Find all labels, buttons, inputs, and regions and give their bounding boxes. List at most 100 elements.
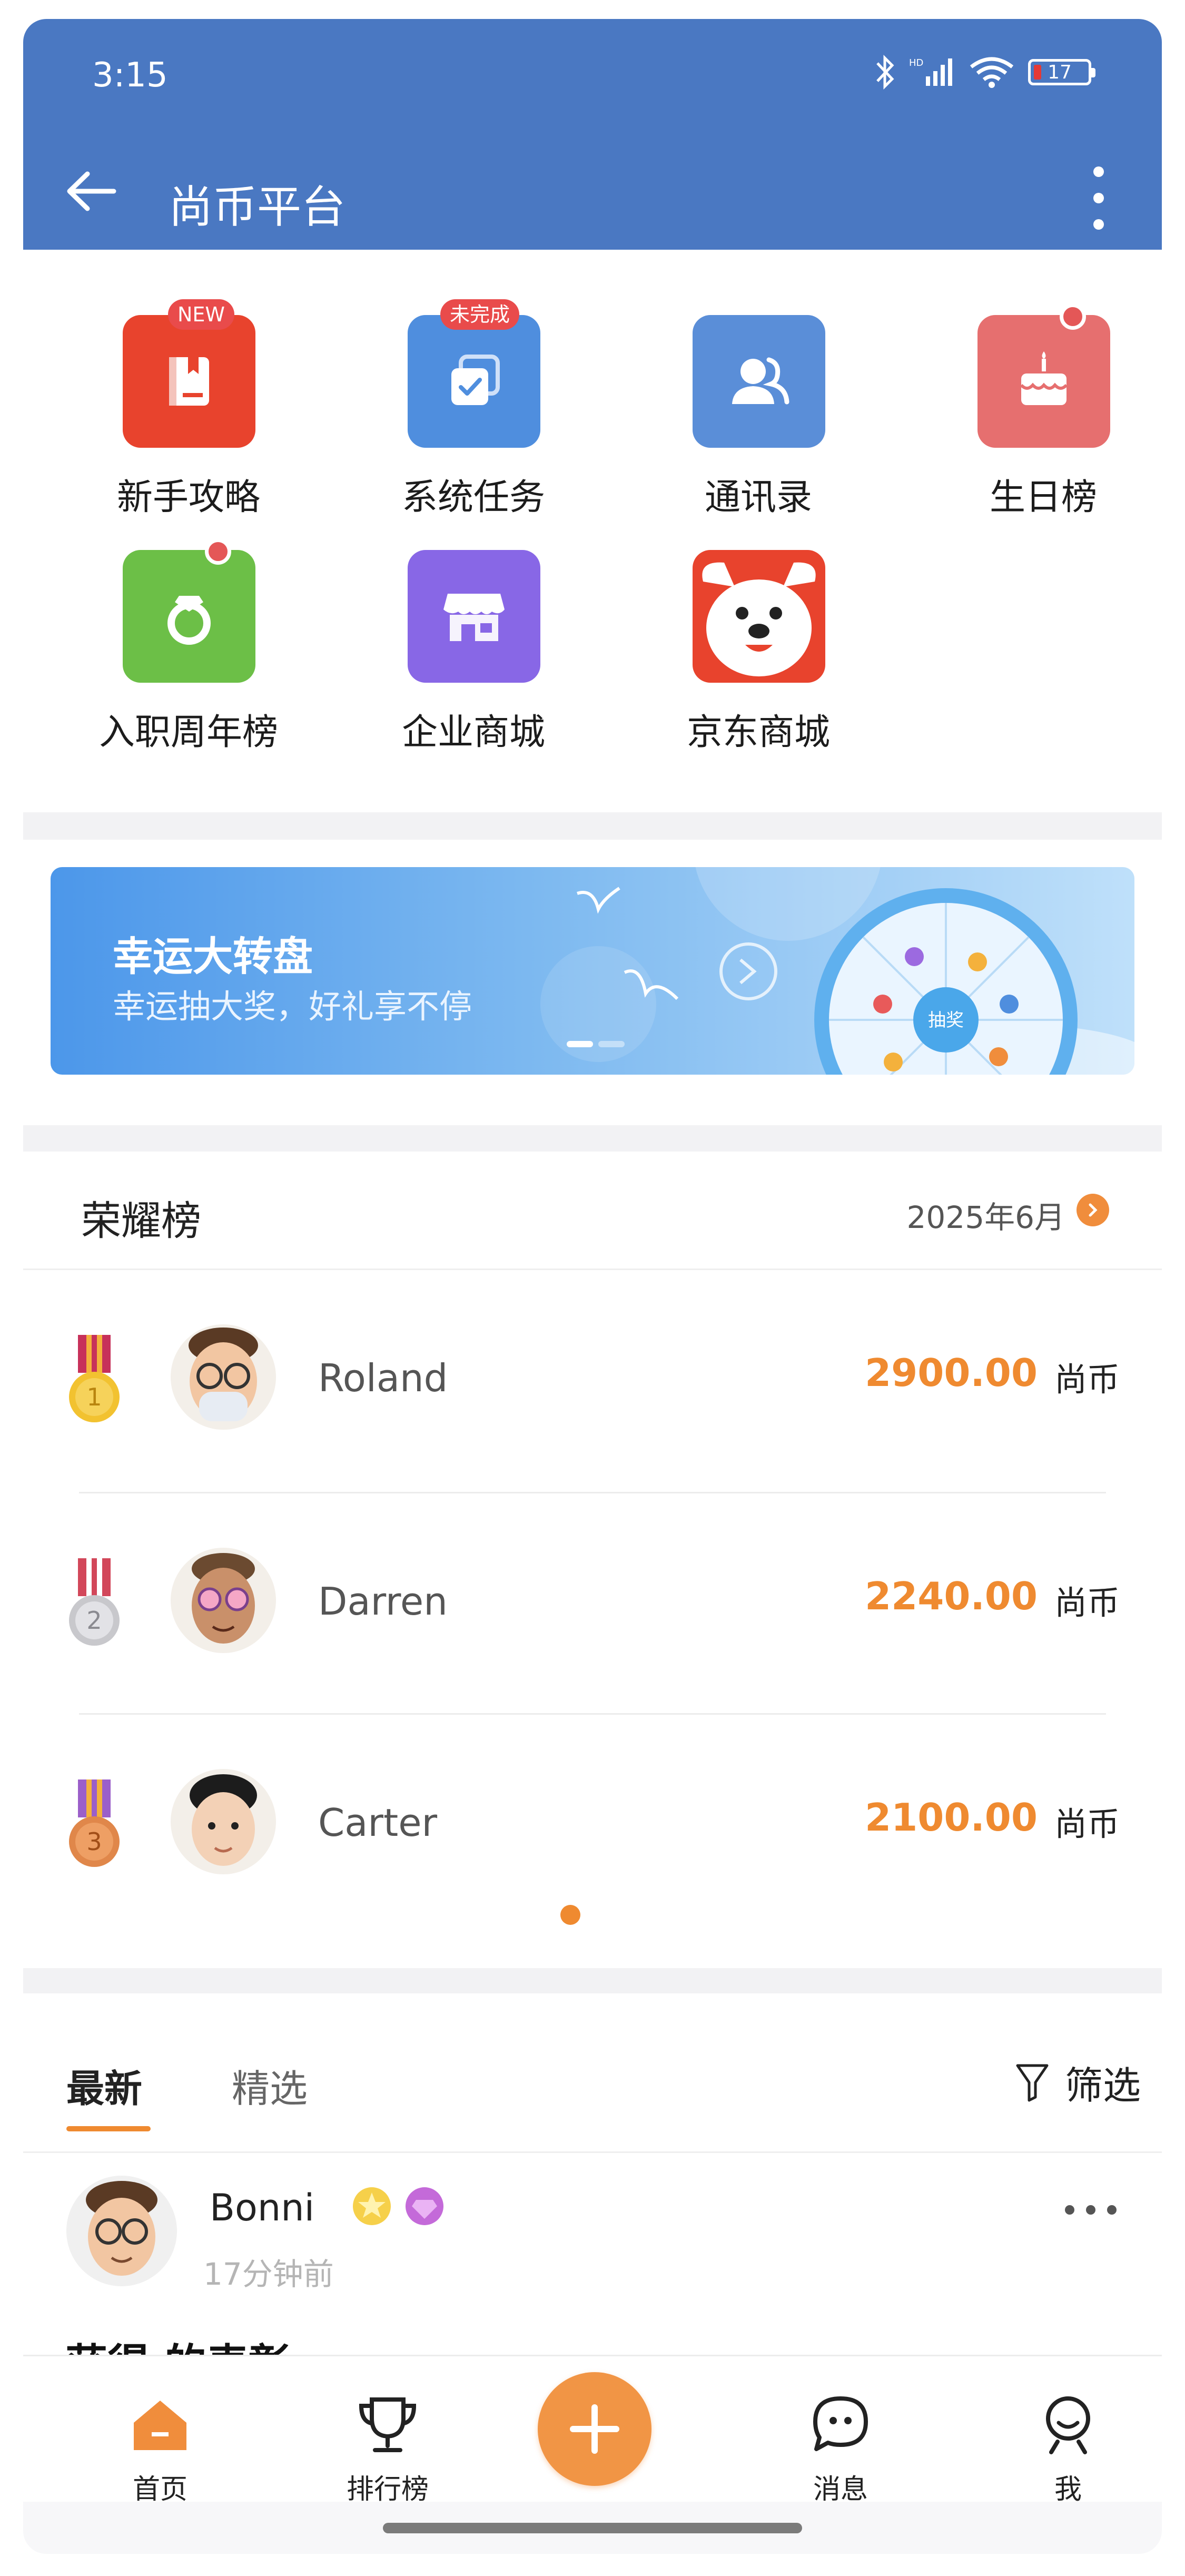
nav-messages[interactable]: 消息 <box>777 2383 904 2509</box>
rank-row[interactable]: 2 Darren 2240.00 尚币 <box>23 1495 1162 1716</box>
add-post-button[interactable] <box>538 2372 651 2486</box>
grid-label: 入职周年榜 <box>98 712 278 753</box>
home-icon <box>134 2401 186 2450</box>
store-icon <box>408 550 540 683</box>
rank-name: Roland <box>318 1356 448 1400</box>
svg-text:HD: HD <box>909 57 923 68</box>
gold-medal-icon: 1 <box>69 1335 120 1422</box>
filter-button[interactable]: 筛选 <box>1015 2054 1141 2110</box>
jd-dog-icon <box>693 550 825 683</box>
rank-name: Carter <box>318 1801 438 1845</box>
grid-item-jd-mall[interactable]: 京东商城 <box>648 550 869 753</box>
nav-label: 首页 <box>132 2474 187 2505</box>
ring-icon <box>123 538 255 683</box>
grid-label: 新手攻略 <box>116 477 260 518</box>
wheel-center-label: 抽奖 <box>928 1010 964 1031</box>
bronze-medal-icon: 3 <box>69 1779 120 1867</box>
rank-row[interactable]: 3 Carter 2100.00 尚币 <box>23 1716 1162 1938</box>
star-badge-icon <box>353 2187 391 2225</box>
honor-board: 荣耀榜 2025年6月 1 Roland 2900.00 尚币 2 Darren… <box>23 1152 1162 1968</box>
status-time: 3:15 <box>92 56 168 95</box>
grid-label: 通讯录 <box>704 477 812 518</box>
nav-label: 我 <box>1054 2474 1082 2505</box>
nav-leaderboard[interactable]: 排行榜 <box>324 2383 451 2509</box>
divider <box>23 1269 1162 1270</box>
grid-item-contacts[interactable]: 通讯录 <box>648 315 869 518</box>
notification-dot <box>205 538 231 565</box>
rank-unit: 尚币 <box>1054 1360 1120 1399</box>
prize-wheel: 抽奖 <box>814 888 1078 1075</box>
app-bar: 3:15 HD 17 尚币平台 <box>23 19 1162 250</box>
divider <box>79 1492 1106 1493</box>
tab-latest[interactable]: 最新 <box>66 2058 142 2113</box>
tab-featured[interactable]: 精选 <box>232 2058 308 2113</box>
notification-dot <box>1060 303 1086 330</box>
rank-amount: 2240.00 <box>865 1574 1038 1618</box>
shortcut-grid: NEW 新手攻略 未完成 系统任务 通讯录 生日榜 入职周年榜 企业商城 京东商… <box>23 250 1162 812</box>
grid-label: 生日榜 <box>989 477 1097 518</box>
divider <box>79 1713 1106 1715</box>
gem-badge-icon <box>406 2187 443 2225</box>
nav-home[interactable]: 首页 <box>97 2383 223 2509</box>
rank-amount: 2100.00 <box>865 1795 1038 1840</box>
more-options-button[interactable] <box>1088 166 1109 230</box>
incomplete-badge: 未完成 <box>440 299 519 330</box>
battery-icon: 17 <box>1028 59 1095 85</box>
bottom-nav: 首页 排行榜 消息 我 <box>23 2355 1162 2554</box>
avatar <box>171 1324 276 1430</box>
divider <box>23 2151 1162 2153</box>
battery-level: 17 <box>1048 61 1072 83</box>
profile-icon <box>1046 2396 1090 2454</box>
svg-text:2: 2 <box>86 1606 102 1635</box>
bluetooth-icon <box>876 54 894 90</box>
active-tab-indicator <box>66 2126 151 2131</box>
back-button[interactable] <box>61 162 119 220</box>
avatar <box>171 1548 276 1653</box>
avatar <box>171 1769 276 1874</box>
post-time: 17分钟前 <box>203 2256 334 2292</box>
nav-label: 排行榜 <box>346 2474 429 2505</box>
pagination-dot <box>560 1905 580 1925</box>
grid-item-tasks[interactable]: 未完成 系统任务 <box>363 299 584 518</box>
grid-label: 京东商城 <box>686 712 830 753</box>
rank-unit: 尚币 <box>1054 1584 1120 1622</box>
filter-icon <box>1016 2064 1049 2101</box>
grid-label: 系统任务 <box>401 477 545 518</box>
task-icon: 未完成 <box>408 299 540 448</box>
phone-screen: 3:15 HD 17 尚币平台 NEW 新手攻略 未完成 系统任务 通讯录 生日… <box>23 19 1162 2554</box>
nav-profile[interactable]: 我 <box>1005 2383 1131 2509</box>
status-icons: HD 17 <box>874 54 1095 91</box>
post-more-button[interactable] <box>1065 2205 1117 2215</box>
silver-medal-icon: 2 <box>69 1558 120 1646</box>
filter-label: 筛选 <box>1064 2063 1141 2108</box>
grid-item-guide[interactable]: NEW 新手攻略 <box>78 299 299 518</box>
banner-card: 幸运大转盘 幸运抽大奖，好礼享不停 抽奖 <box>23 840 1162 1125</box>
avatar[interactable] <box>66 2176 177 2286</box>
signal-icon: HD <box>909 57 952 86</box>
plus-icon <box>570 2404 619 2454</box>
grid-item-enterprise-store[interactable]: 企业商城 <box>363 550 584 753</box>
grid-item-anniversary[interactable]: 入职周年榜 <box>78 538 299 753</box>
new-badge: NEW <box>167 299 234 330</box>
wifi-icon <box>970 57 1014 88</box>
post-author[interactable]: Bonni <box>210 2186 314 2229</box>
home-indicator[interactable] <box>383 2523 802 2533</box>
rank-row[interactable]: 1 Roland 2900.00 尚币 <box>23 1272 1162 1493</box>
lucky-wheel-banner[interactable]: 幸运大转盘 幸运抽大奖，好礼享不停 抽奖 <box>51 867 1134 1075</box>
chevron-right-icon[interactable] <box>1077 1194 1109 1226</box>
cake-icon <box>977 303 1110 448</box>
rank-unit: 尚币 <box>1054 1805 1120 1843</box>
nav-label: 消息 <box>813 2474 868 2505</box>
honor-board-date[interactable]: 2025年6月 <box>906 1193 1065 1237</box>
svg-text:3: 3 <box>86 1827 102 1856</box>
banner-page-indicator <box>567 1041 625 1047</box>
rank-amount: 2900.00 <box>865 1351 1038 1395</box>
honor-board-title: 荣耀榜 <box>81 1197 201 1244</box>
page-title: 尚币平台 <box>169 181 346 233</box>
book-icon: NEW <box>123 299 255 448</box>
trophy-icon <box>359 2397 417 2452</box>
banner-subtitle: 幸运抽大奖，好礼享不停 <box>113 987 472 1026</box>
rank-name: Darren <box>318 1579 448 1624</box>
message-icon <box>813 2396 868 2451</box>
grid-item-birthday[interactable]: 生日榜 <box>933 303 1154 518</box>
